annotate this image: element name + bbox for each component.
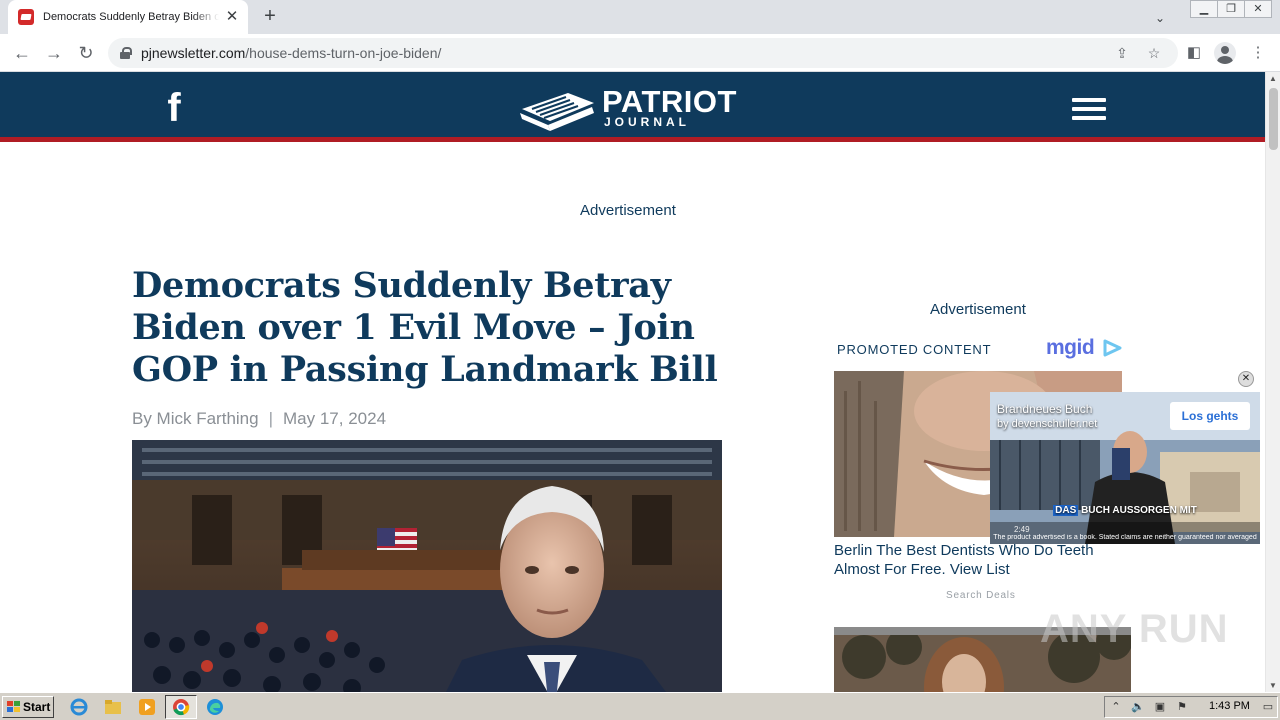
scroll-thumb[interactable] bbox=[1269, 88, 1278, 150]
newspaper-logo-icon bbox=[520, 93, 594, 131]
video-ad-disclaimer: The product advertised is a book. Stated… bbox=[993, 534, 1257, 541]
scroll-down-arrow-icon[interactable]: ▼ bbox=[1269, 681, 1277, 690]
network-icon[interactable]: ▣ bbox=[1153, 700, 1167, 714]
media-player-icon[interactable] bbox=[138, 698, 156, 716]
video-ad-close-icon[interactable]: ✕ bbox=[1238, 371, 1254, 387]
internet-explorer-icon[interactable] bbox=[70, 698, 88, 716]
video-ad-caption: DAS BUCH AUSSORGEN MIT bbox=[1053, 505, 1197, 516]
article-headline: Democrats Suddenly Betray Biden over 1 E… bbox=[132, 265, 718, 390]
lock-icon[interactable] bbox=[120, 47, 132, 59]
bookmark-star-icon[interactable]: ☆ bbox=[1144, 43, 1164, 63]
edge-icon[interactable] bbox=[206, 698, 224, 716]
profile-avatar-icon[interactable] bbox=[1214, 42, 1236, 64]
windows-taskbar: Start ⌃ 🔈 ▣ ⚑ 1:43 PM ▭ bbox=[0, 692, 1280, 720]
side-panel-icon[interactable]: ◧ bbox=[1182, 41, 1206, 65]
video-ad-time: 2:49 bbox=[1014, 525, 1030, 534]
video-ad-subtitle: by devenschuller.net bbox=[997, 418, 1098, 430]
promo-headline-1[interactable]: Berlin The Best Dentists Who Do Teeth Al… bbox=[834, 541, 1126, 579]
browser-toolbar: ← → ↻ pjnewsletter.com/house-dems-turn-o… bbox=[0, 34, 1280, 72]
restore-button[interactable]: ❐ bbox=[1217, 0, 1245, 18]
site-logo[interactable]: PATRIOT JOURNAL bbox=[518, 85, 748, 133]
tab-strip: Democrats Suddenly Betray Biden over 1 E… bbox=[0, 0, 1280, 34]
windows-flag-icon bbox=[7, 701, 20, 712]
close-window-button[interactable]: ✕ bbox=[1244, 0, 1272, 18]
video-ad-player[interactable]: Brandneues Buch by devenschuller.net Los… bbox=[990, 392, 1260, 544]
tab-search-chevron-icon[interactable]: ⌄ bbox=[1150, 8, 1170, 28]
video-ad-cta-button[interactable]: Los gehts bbox=[1170, 402, 1250, 430]
system-clock[interactable]: 1:43 PM bbox=[1209, 700, 1250, 712]
tab-active[interactable]: Democrats Suddenly Betray Biden over 1 E… bbox=[8, 0, 248, 34]
mgid-logo[interactable]: mgid bbox=[1046, 336, 1095, 360]
article-hero-image bbox=[132, 440, 722, 692]
start-button[interactable]: Start bbox=[2, 696, 54, 718]
url-text[interactable]: pjnewsletter.com/house-dems-turn-on-joe-… bbox=[141, 45, 441, 61]
advertisement-label-sidebar: Advertisement bbox=[930, 301, 1026, 318]
logo-subtitle: JOURNAL bbox=[604, 115, 691, 129]
facebook-icon[interactable]: f bbox=[160, 88, 188, 128]
page-scrollbar[interactable]: ▲ ▼ bbox=[1265, 72, 1280, 692]
hamburger-menu-icon[interactable] bbox=[1072, 98, 1106, 120]
publish-date: May 17, 2024 bbox=[283, 409, 387, 428]
chrome-taskbar-button[interactable] bbox=[165, 695, 197, 719]
window-controls: ▁ ❐ ✕ bbox=[1190, 0, 1272, 18]
action-center-flag-icon[interactable]: ⚑ bbox=[1175, 700, 1189, 714]
page-viewport: f PATRIOT JOURNAL Advertisement Democrat… bbox=[0, 72, 1280, 692]
back-arrow-icon[interactable]: ← bbox=[10, 41, 34, 65]
forward-arrow-icon[interactable]: → bbox=[42, 41, 66, 65]
more-menu-icon[interactable]: ⋮ bbox=[1246, 41, 1270, 65]
article-byline: By Mick Farthing | May 17, 2024 bbox=[132, 409, 386, 429]
author-link[interactable]: By Mick Farthing bbox=[132, 409, 259, 428]
show-desktop-icon[interactable]: ▭ bbox=[1261, 700, 1275, 714]
byline-separator: | bbox=[268, 409, 274, 428]
file-explorer-icon[interactable] bbox=[104, 698, 122, 716]
site-favicon-icon bbox=[18, 9, 34, 25]
promoted-content-label: PROMOTED CONTENT bbox=[837, 342, 992, 357]
tab-close-icon[interactable]: ✕ bbox=[224, 9, 240, 25]
promo-source-1[interactable]: Search Deals bbox=[946, 590, 1016, 601]
tray-expand-icon[interactable]: ⌃ bbox=[1109, 700, 1123, 714]
advertisement-label-top: Advertisement bbox=[580, 202, 676, 219]
video-ad-title: Brandneues Buch bbox=[997, 402, 1093, 416]
mgid-play-icon[interactable] bbox=[1102, 339, 1122, 357]
system-tray: ⌃ 🔈 ▣ ⚑ 1:43 PM ▭ bbox=[1104, 696, 1278, 718]
scroll-up-arrow-icon[interactable]: ▲ bbox=[1269, 74, 1277, 83]
anyrun-watermark: ANY RUN bbox=[1040, 607, 1229, 651]
share-icon[interactable]: ⇪ bbox=[1112, 43, 1132, 63]
site-header: f PATRIOT JOURNAL bbox=[0, 72, 1265, 142]
address-bar[interactable]: pjnewsletter.com/house-dems-turn-on-joe-… bbox=[108, 38, 1178, 68]
new-tab-button[interactable]: + bbox=[258, 5, 282, 29]
chrome-icon bbox=[173, 699, 190, 716]
logo-wordmark: PATRIOT bbox=[602, 84, 737, 119]
tab-title: Democrats Suddenly Betray Biden over 1 E… bbox=[43, 11, 219, 23]
volume-icon[interactable]: 🔈 bbox=[1131, 700, 1145, 714]
minimize-button[interactable]: ▁ bbox=[1190, 0, 1218, 18]
reload-icon[interactable]: ↻ bbox=[74, 41, 98, 65]
